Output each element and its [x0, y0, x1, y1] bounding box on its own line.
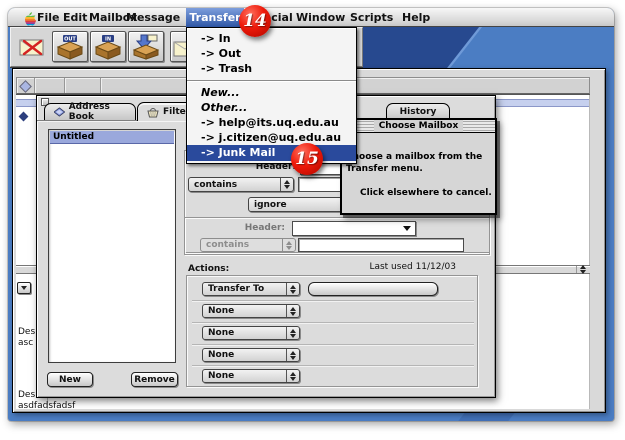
tab-address-book[interactable]: Address Book — [44, 103, 136, 120]
menu-bar: File Edit Mailbox Message Transfer Speci… — [8, 8, 614, 27]
menu-item-in[interactable]: -> In — [187, 31, 356, 46]
action-popup-4[interactable]: None — [202, 348, 300, 362]
stepper-icon — [286, 370, 299, 382]
menu-item-junk-mail[interactable]: -> Junk Mail — [187, 145, 356, 161]
menu-item-trash[interactable]: -> Trash — [187, 61, 356, 76]
dialog-message-line3: Click elsewhere to cancel. — [360, 188, 492, 198]
menu-item-out[interactable]: -> Out — [187, 46, 356, 61]
background-text-fragment: asdfadsfadsf — [18, 401, 75, 411]
stepper-icon — [286, 283, 299, 295]
action-popup-1[interactable]: Transfer To — [202, 282, 300, 296]
menu-window[interactable]: Window — [296, 8, 345, 27]
match-operator-popup[interactable]: contains — [188, 177, 294, 192]
stepper-icon — [282, 239, 295, 251]
action-row-divider — [192, 365, 474, 366]
action-row-divider — [192, 322, 474, 323]
popup-label: None — [203, 371, 286, 381]
background-text-fragment: asc — [18, 338, 33, 348]
annotation-badge-14: 14 — [239, 5, 271, 37]
menu-item-new[interactable]: New... — [187, 85, 356, 100]
header2-popup[interactable] — [292, 221, 416, 236]
menu-item-other[interactable]: Other... — [187, 100, 356, 115]
menu-scripts[interactable]: Scripts — [350, 8, 393, 27]
menu-item-jcitizen-mailbox[interactable]: -> j.citizen@uq.edu.au — [187, 130, 356, 145]
out-mailbox-button[interactable]: OUT — [52, 31, 88, 62]
annotation-badge-15: 15 — [291, 143, 323, 175]
action-row-divider — [192, 344, 474, 345]
menu-item-help-mailbox[interactable]: -> help@its.uq.edu.au — [187, 115, 356, 130]
background-text-fragment: Des — [18, 390, 35, 400]
filter-list[interactable]: Untitled — [48, 129, 176, 363]
delete-message-icon — [18, 36, 46, 58]
action-popup-2[interactable]: None — [202, 304, 300, 318]
popup-label: contains — [189, 180, 280, 190]
dialog-message-line2: Transfer menu. — [346, 164, 423, 174]
menu-help[interactable]: Help — [402, 8, 430, 27]
dialog-message-line1: Choose a mailbox from the — [346, 152, 482, 162]
transfer-target-button[interactable] — [308, 282, 438, 296]
choose-mailbox-dialog: Choose Mailbox Choose a mailbox from the… — [340, 118, 497, 215]
filters-basket-icon — [147, 107, 159, 118]
check-mail-button[interactable] — [128, 31, 164, 62]
action-popup-3[interactable]: None — [202, 326, 300, 340]
choose-mailbox-title-bar[interactable]: Choose Mailbox — [342, 120, 495, 133]
apple-logo-icon — [24, 12, 36, 26]
check-mail-icon — [131, 34, 161, 60]
desktop-screen: File Edit Mailbox Message Transfer Speci… — [8, 8, 614, 421]
popup-label: None — [203, 306, 286, 316]
popup-label: Transfer To — [203, 284, 286, 294]
stepper-icon — [286, 327, 299, 339]
apple-menu[interactable] — [24, 11, 36, 30]
match-operator2-popup[interactable]: contains — [200, 238, 296, 252]
popup-label: contains — [201, 240, 282, 250]
scroll-down-arrow-icon — [21, 286, 27, 290]
transfer-menu-dropdown: -> In -> Out -> Trash New... Other... ->… — [186, 27, 357, 164]
popup-label: None — [203, 350, 286, 360]
in-mailbox-button[interactable]: IN — [90, 31, 126, 62]
header2-label: Header: — [223, 223, 285, 233]
column-header[interactable] — [35, 78, 65, 93]
new-filter-button[interactable]: New — [47, 372, 93, 387]
action-popup-5[interactable]: None — [202, 369, 300, 383]
menu-message[interactable]: Message — [126, 8, 180, 27]
stepper-icon — [286, 305, 299, 317]
delete-message-button[interactable] — [14, 31, 50, 62]
menu-edit[interactable]: Edit — [63, 8, 87, 27]
status-diamond-icon — [19, 80, 32, 93]
background-text-fragment: Des — [18, 327, 35, 337]
column-header[interactable] — [65, 78, 101, 93]
column-divider — [589, 95, 590, 409]
popup-label: None — [203, 328, 286, 338]
out-mailbox-icon: OUT — [55, 34, 85, 60]
menu-file[interactable]: File — [37, 8, 60, 27]
action-row-divider — [192, 300, 474, 301]
dropdown-arrow-icon — [403, 226, 411, 231]
last-used-label: Last used 11/12/03 — [316, 262, 456, 272]
choose-mailbox-title: Choose Mailbox — [374, 120, 464, 132]
stepper-icon — [286, 349, 299, 361]
tab-label: Address Book — [69, 102, 126, 122]
status-column-header[interactable] — [17, 78, 35, 93]
in-mailbox-icon: IN — [93, 34, 123, 60]
tab-label: History — [400, 107, 437, 117]
filter-list-item-selected[interactable]: Untitled — [50, 131, 174, 144]
stepper-icon — [280, 178, 293, 191]
popup-label: ignore — [249, 200, 346, 210]
address-book-icon — [54, 107, 65, 117]
remove-filter-button[interactable]: Remove — [131, 372, 178, 387]
menu-transfer[interactable]: Transfer — [186, 8, 244, 27]
splitter-stepper-icon[interactable] — [576, 266, 589, 273]
unread-diamond-icon — [19, 112, 29, 122]
scroll-down-button[interactable] — [17, 282, 31, 294]
actions-label: Actions: — [188, 264, 229, 274]
match-value2-field[interactable] — [298, 238, 464, 252]
menu-separator — [187, 80, 356, 81]
